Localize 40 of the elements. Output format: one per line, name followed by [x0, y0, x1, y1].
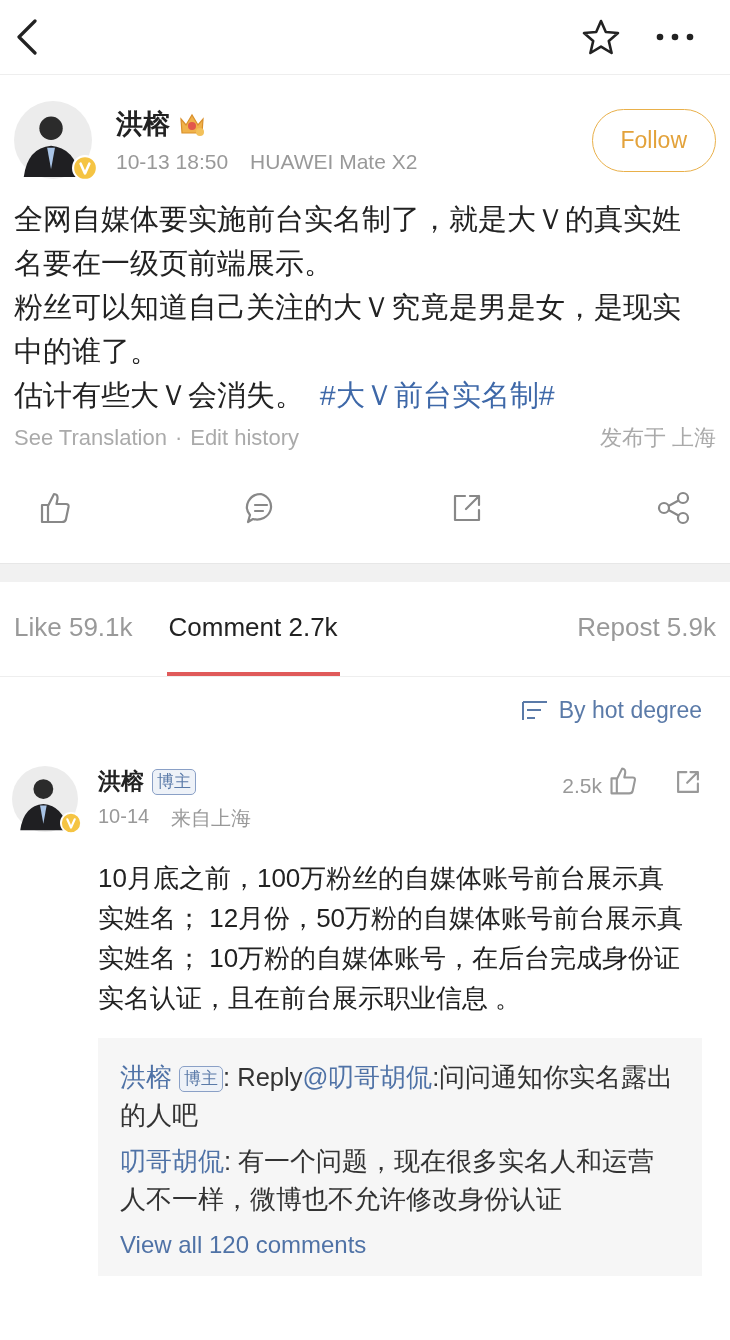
separator-dot: · — [174, 425, 183, 451]
post-text: 粉丝可以知道自己关注的大Ｖ究竟是男是女，是现实中的谁了。 — [14, 290, 682, 369]
hashtag-link[interactable]: #大Ｖ前台实名制# — [319, 379, 555, 411]
device-name: HUAWEI Mate X2 — [250, 150, 418, 174]
comment-date: 10-14 — [98, 805, 150, 829]
view-all-comments-link[interactable]: View all 120 comments — [120, 1226, 680, 1264]
reply-author-link[interactable]: 洪榕 — [120, 1063, 172, 1091]
comment-text: 10月底之前，100万粉丝的自媒体账号前台展示真实姓名； 12月份，50万粉的自媒体账号前台展示真实姓名； 10万粉的自媒体账号，在后台完成身份证实名认证，且在前台展示职业信息 。 — [98, 862, 685, 1015]
sort-button[interactable]: By hot degree — [520, 697, 702, 724]
commenter-name[interactable]: 洪榕 — [98, 766, 144, 797]
post-text: 估计有些大Ｖ会消失。 #大Ｖ前台实名制# — [14, 378, 556, 413]
blogger-badge: 博主 — [152, 768, 196, 795]
comment-location: 来自上海 — [171, 806, 252, 831]
blogger-badge: 博主 — [179, 1066, 224, 1092]
like-icon[interactable] — [608, 766, 638, 796]
reply-text: 洪榕 博主 : Reply@叨哥胡侃:问问通知你实名露出的人吧 — [120, 1062, 675, 1131]
tab[interactable]: Repost 5.9k — [577, 582, 716, 676]
back-icon[interactable] — [16, 19, 38, 55]
verified-icon — [60, 812, 82, 834]
avatar[interactable] — [12, 766, 78, 832]
post-text: 全网自媒体要实施前台实名制了，就是大Ｖ的真实姓名要在一级页前端展示。 — [14, 202, 682, 281]
star-icon[interactable] — [582, 19, 620, 55]
post-location: 发布于 上海 — [599, 424, 716, 452]
mention-link[interactable]: @叨哥胡侃 — [302, 1063, 433, 1091]
more-icon[interactable] — [656, 33, 694, 41]
post-time: 10-13 18:50 — [116, 150, 229, 174]
verified-icon — [72, 155, 98, 181]
reply-text: 叨哥胡侃: 有一个问题，现在很多实名人和运营人不一样，微博也不允许修改身份认证 — [120, 1146, 656, 1215]
sort-icon — [520, 698, 549, 723]
see-translation-link[interactable]: See Translation — [14, 425, 167, 451]
avatar[interactable] — [14, 101, 92, 179]
tab[interactable]: Like 59.1k — [14, 582, 133, 676]
like-count: 2.5k — [562, 774, 602, 798]
share-icon[interactable] — [674, 768, 702, 796]
tab[interactable]: Comment 2.7k — [166, 582, 340, 676]
edit-history-link[interactable]: Edit history — [190, 425, 300, 451]
like-icon[interactable] — [38, 491, 72, 525]
author-name[interactable]: 洪榕 — [116, 106, 170, 142]
network-share-icon[interactable] — [656, 491, 692, 525]
reply-author-link[interactable]: 叨哥胡侃 — [120, 1147, 224, 1175]
